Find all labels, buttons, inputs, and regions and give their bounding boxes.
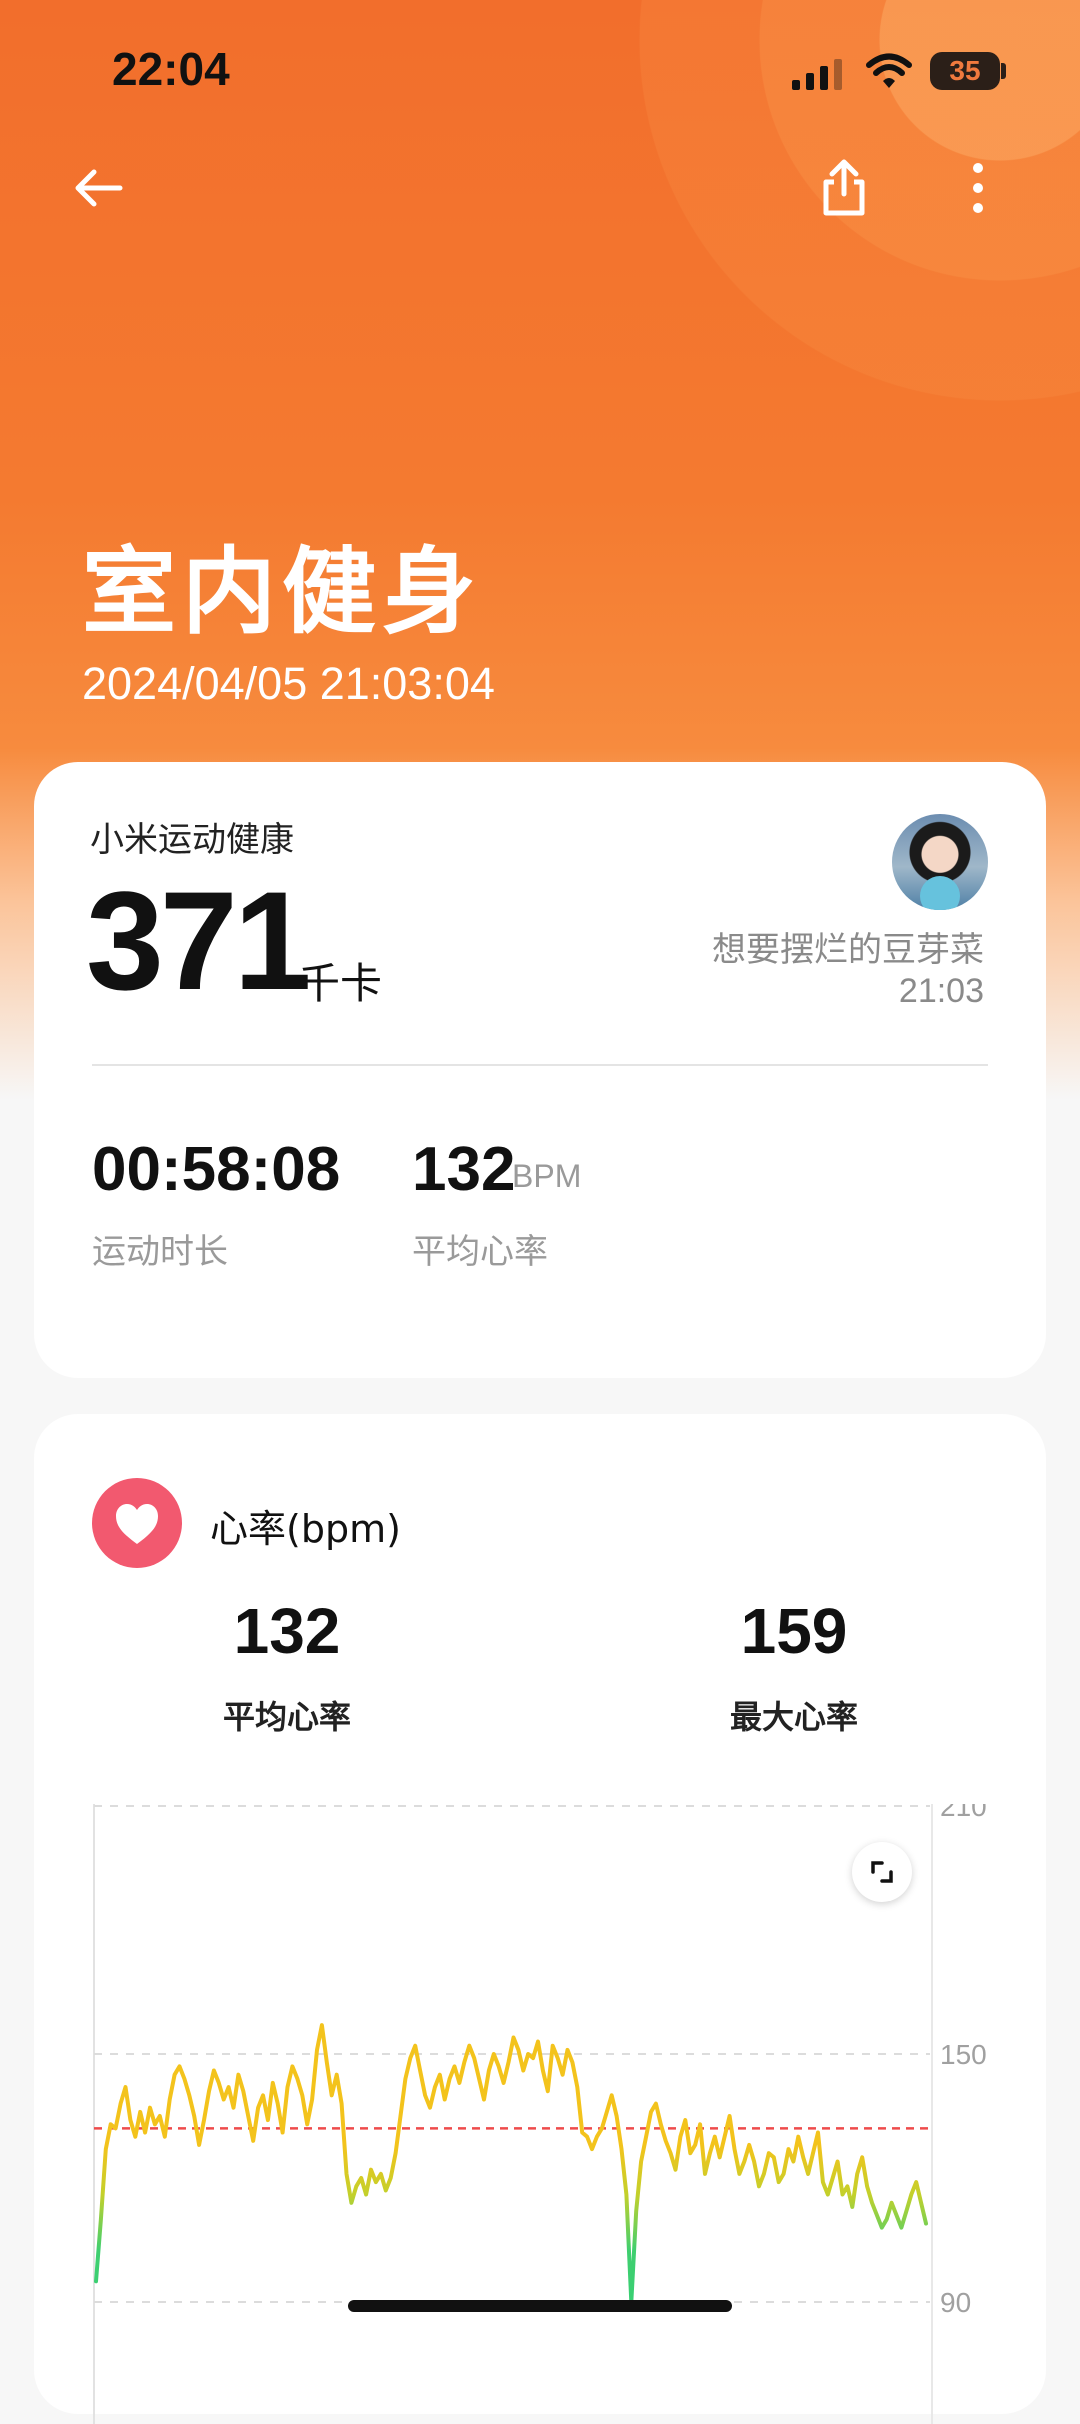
share-icon[interactable] — [818, 158, 870, 218]
back-arrow-icon[interactable] — [70, 160, 126, 216]
avg-heart-rate-unit: BPM — [512, 1158, 582, 1194]
workout-datetime: 2024/04/05 21:03:04 — [82, 658, 495, 709]
max-hr-stat-value: 159 — [740, 1595, 848, 1667]
heart-rate-series-line — [94, 2023, 928, 2304]
avg-heart-rate-value: 132 — [412, 1135, 516, 1204]
calories-value: 371 — [86, 862, 312, 1019]
max-hr-stat-label: 最大心率 — [729, 1698, 858, 1736]
more-options-icon[interactable] — [962, 160, 994, 216]
y-tick-label: 210 — [940, 1804, 987, 1822]
heart-rate-card: 心率(bpm) 132 平均心率 159 最大心率 210 150 90 — [34, 1414, 1046, 2424]
username: 想要摆烂的豆芽菜 — [712, 930, 984, 970]
expand-chart-button[interactable] — [852, 1842, 912, 1902]
y-tick-label: 150 — [940, 2039, 987, 2070]
avg-heart-rate-label: 平均心率 — [412, 1232, 548, 1272]
source-app-label: 小米运动健康 — [90, 820, 294, 860]
status-time: 22:04 — [112, 43, 230, 95]
heart-badge — [92, 1478, 182, 1568]
calories-unit: 千卡 — [298, 959, 383, 1008]
battery-tip — [1001, 63, 1006, 79]
wifi-icon — [866, 53, 912, 88]
page-title: 室内健身 — [82, 538, 483, 647]
y-tick-label: 90 — [940, 2287, 971, 2318]
heart-rate-title: 心率(bpm) — [210, 1507, 401, 1551]
summary-card: 小米运动健康 371 千卡 想要摆烂的豆芽菜 21:03 00:58:08 运动… — [34, 762, 1046, 1378]
user-time: 21:03 — [898, 972, 984, 1010]
duration-label: 运动时长 — [92, 1232, 228, 1272]
divider — [92, 1064, 988, 1066]
avg-hr-stat-value: 132 — [233, 1595, 341, 1667]
expand-icon — [871, 1861, 893, 1883]
status-bar: 22:04 35 — [0, 0, 1080, 140]
cellular-signal-icon — [792, 59, 842, 90]
battery-level: 35 — [930, 52, 1000, 90]
heart-icon — [116, 1504, 158, 1544]
home-indicator[interactable] — [348, 2300, 732, 2312]
avatar[interactable] — [892, 814, 988, 910]
avg-hr-stat-label: 平均心率 — [222, 1698, 351, 1736]
duration-value: 00:58:08 — [92, 1135, 341, 1204]
